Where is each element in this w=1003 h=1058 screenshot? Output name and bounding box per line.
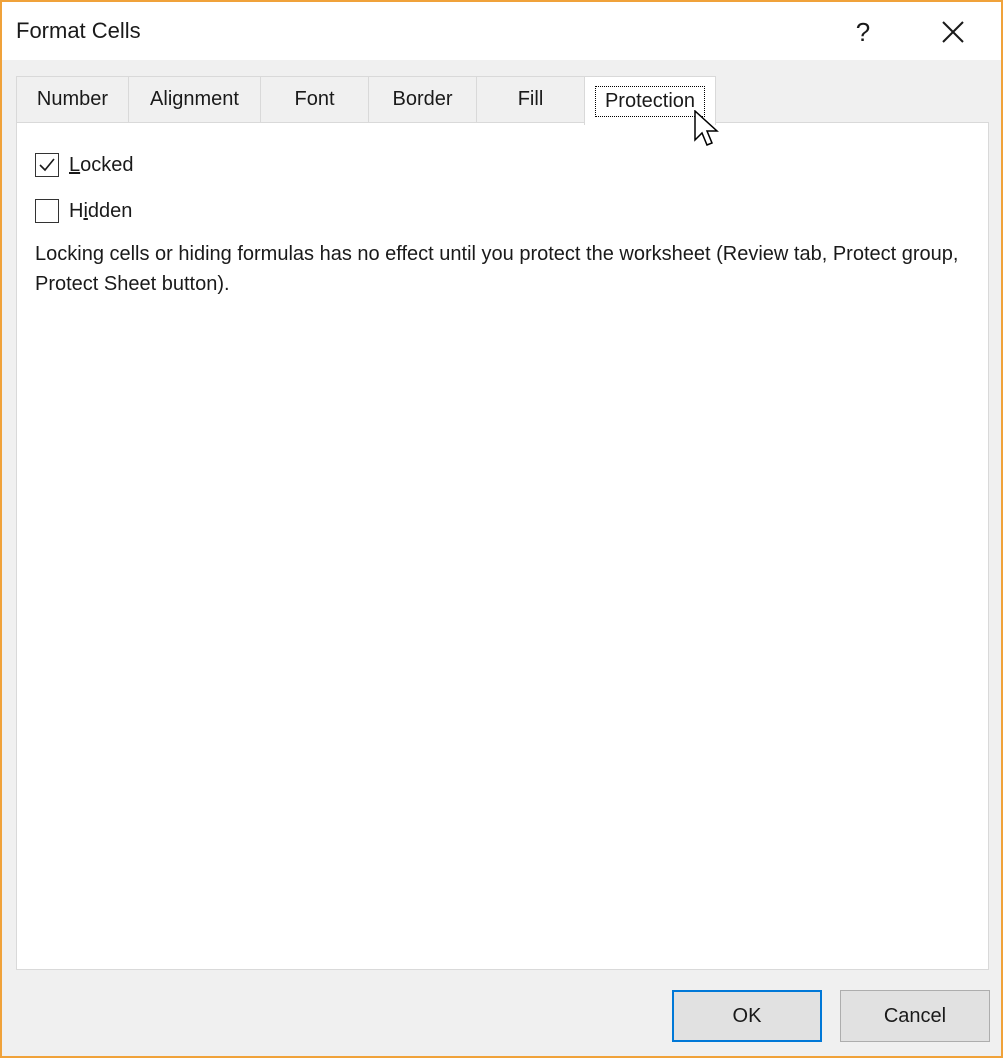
tab-font[interactable]: Font (260, 76, 368, 122)
checkmark-icon (39, 158, 55, 172)
mouse-pointer-icon (694, 110, 719, 146)
dialog-title: Format Cells (16, 18, 141, 43)
ok-button[interactable]: OK (672, 990, 822, 1042)
title-bar: Format Cells ? (2, 2, 1001, 60)
hidden-checkbox-row[interactable]: Hidden (35, 197, 132, 225)
tab-border[interactable]: Border (368, 76, 476, 122)
locked-checkbox-row[interactable]: Locked (35, 151, 134, 179)
tab-alignment[interactable]: Alignment (128, 76, 260, 122)
format-cells-dialog: Format Cells ? Number Alignment Font Bor… (0, 0, 1003, 1058)
protection-panel: Locked Hidden Locking cells or hiding fo… (16, 122, 989, 970)
tab-label: Border (392, 88, 453, 110)
tab-label: Fill (517, 88, 544, 110)
tab-fill[interactable]: Fill (476, 76, 584, 122)
hidden-checkbox[interactable] (35, 199, 59, 223)
locked-label: Locked (69, 153, 134, 176)
tab-number[interactable]: Number (16, 76, 128, 122)
tab-label: Number (36, 88, 109, 110)
cancel-label: Cancel (883, 1004, 947, 1027)
tab-strip: Number Alignment Font Border Fill Protec… (16, 76, 716, 125)
ok-label: OK (732, 1004, 762, 1027)
locked-checkbox[interactable] (35, 153, 59, 177)
tab-label: Alignment (150, 88, 239, 110)
hidden-label: Hidden (69, 199, 133, 222)
help-button[interactable]: ? (840, 10, 886, 54)
tab-label: Font (294, 88, 335, 110)
close-icon (942, 21, 964, 43)
tab-label: Protection (594, 85, 706, 117)
help-icon: ? (855, 16, 871, 47)
protection-note: Locking cells or hiding formulas has no … (35, 243, 959, 295)
close-button[interactable] (930, 10, 976, 54)
cancel-button[interactable]: Cancel (840, 990, 990, 1042)
